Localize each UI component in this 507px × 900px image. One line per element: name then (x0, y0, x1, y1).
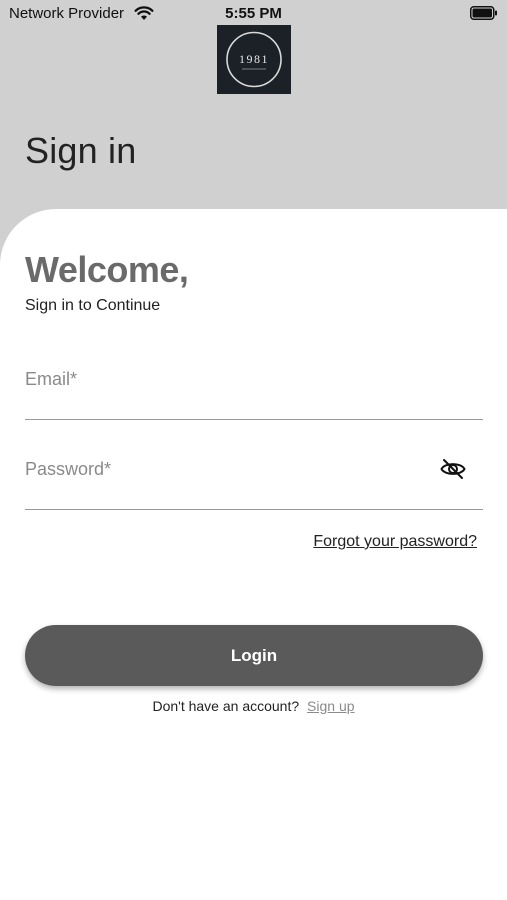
signup-prompt: Don't have an account? (152, 698, 300, 714)
password-field (25, 449, 483, 510)
signup-row: Don't have an account? Sign up (0, 698, 507, 714)
status-time: 5:55 PM (225, 5, 282, 22)
forgot-password-link[interactable]: Forgot your password? (313, 533, 477, 551)
email-field (25, 359, 483, 420)
battery-icon (470, 6, 498, 20)
password-input[interactable] (25, 449, 425, 489)
eye-slash-icon[interactable] (439, 457, 467, 481)
sign-in-card: Welcome, Sign in to Continue Forgot your… (0, 209, 507, 900)
signup-link[interactable]: Sign up (307, 698, 354, 714)
brand-logo: 1981 (217, 25, 291, 94)
welcome-subtitle: Sign in to Continue (25, 297, 161, 314)
welcome-heading: Welcome, (25, 249, 189, 290)
email-input[interactable] (25, 359, 425, 399)
login-button[interactable]: Login (25, 625, 483, 686)
logo-text: 1981 (239, 52, 269, 66)
status-bar: Network Provider 5:55 PM (0, 0, 507, 28)
page-title: Sign in (25, 130, 137, 171)
